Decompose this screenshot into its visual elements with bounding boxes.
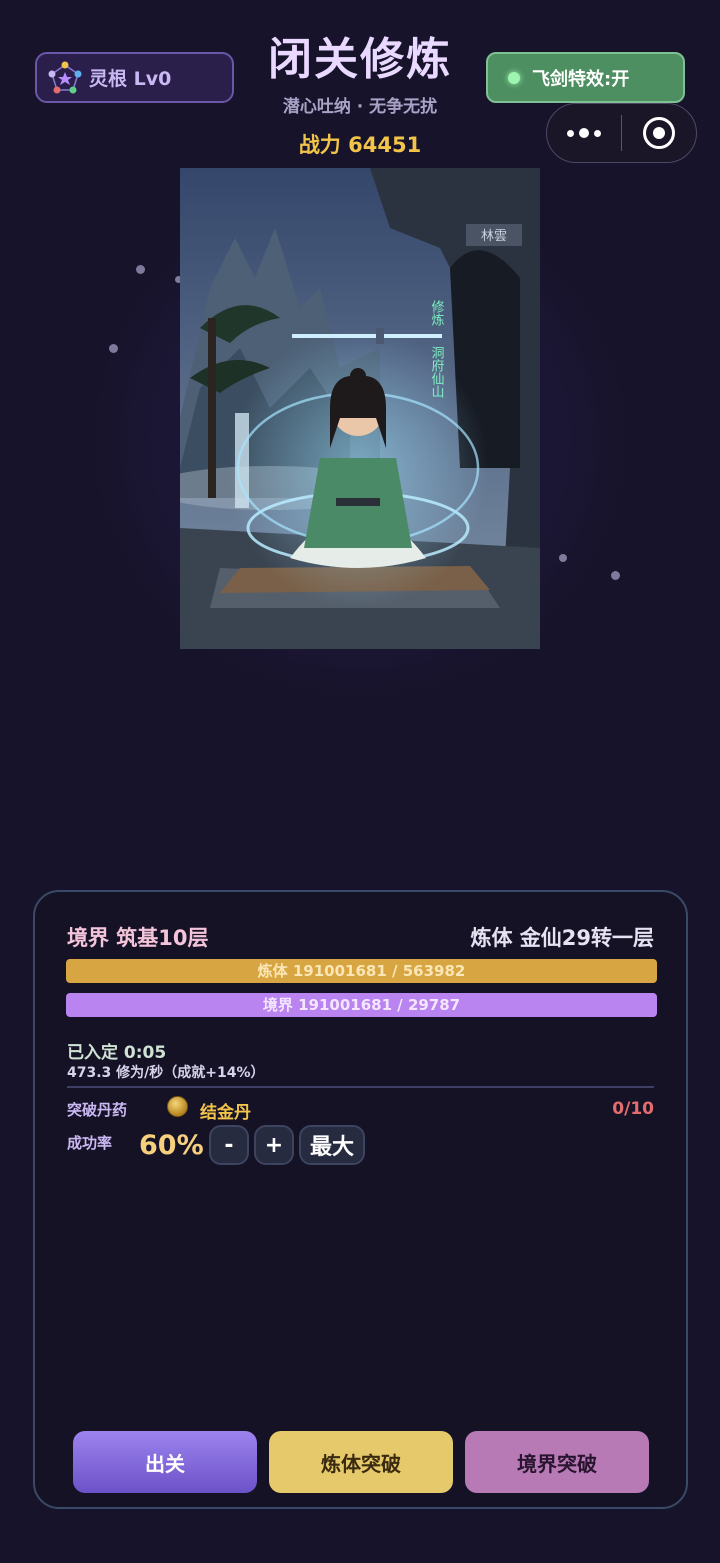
increase-pill-button[interactable]: + (254, 1125, 294, 1165)
spirit-particle (559, 554, 567, 562)
body-refinement-level: 炼体 金仙29转一层 (470, 926, 654, 950)
spirit-particle (109, 344, 118, 353)
title-block: 闭关修炼 潜心吐纳 · 无争无扰 战力 64451 (240, 32, 480, 159)
max-pill-button[interactable]: 最大 (299, 1125, 365, 1165)
close-miniprogram-icon[interactable] (622, 117, 696, 149)
realm-breakthrough-button[interactable]: 境界突破 (465, 1431, 649, 1493)
spirit-root-badge[interactable]: 灵根 Lv0 (35, 52, 234, 103)
realm-level: 境界 筑基10层 (67, 926, 209, 950)
panel-divider (67, 1086, 654, 1088)
banner-left-text: 修炼 (429, 300, 445, 326)
realm-progress-bar: 境界 191001681 / 29787 (66, 993, 657, 1017)
breakthrough-pill-name: 结金丹 (200, 1103, 251, 1123)
leave-seclusion-button[interactable]: 出关 (73, 1431, 257, 1493)
breakthrough-pill-count: 0/10 (612, 1099, 654, 1119)
cultivation-rate: 473.3 修为/秒（成就+14%） (67, 1065, 265, 1081)
body-breakthrough-button[interactable]: 炼体突破 (269, 1431, 453, 1493)
pentagon-elements-icon (48, 61, 82, 93)
spirit-particle (611, 571, 620, 580)
page-subtitle: 潜心吐纳 · 无争无扰 (282, 97, 438, 117)
more-options-icon[interactable] (547, 128, 621, 138)
golden-pill-icon (167, 1096, 188, 1117)
decrease-pill-button[interactable]: - (209, 1125, 249, 1165)
breakthrough-pill-label: 突破丹药 (67, 1101, 128, 1119)
combat-power: 战力 64451 (298, 133, 422, 157)
meditation-artwork: 林雲 修炼 洞府仙山 (180, 168, 540, 649)
panel-header: 境界 筑基10层 炼体 金仙29转一层 (67, 922, 654, 952)
cave-plaque-text: 林雲 (481, 229, 507, 244)
flying-sword-effect-label: 飞剑特效:开 (532, 68, 630, 90)
page-title: 闭关修炼 (268, 34, 452, 85)
miniprogram-capsule (546, 103, 697, 163)
body-refinement-progress-bar: 炼体 191001681 / 563982 (66, 959, 657, 983)
spirit-particle (136, 265, 145, 274)
cultivation-panel: 境界 筑基10层 炼体 金仙29转一层 炼体 191001681 / 56398… (33, 890, 688, 1509)
success-rate-label: 成功率 (67, 1134, 113, 1152)
status-led-icon (508, 71, 520, 84)
seclusion-timer: 已入定 0:05 (67, 1043, 167, 1063)
spirit-root-label: 灵根 Lv0 (89, 68, 172, 90)
flying-sword-effect-toggle[interactable]: 飞剑特效:开 (486, 52, 685, 103)
success-rate-value: 60% (139, 1130, 204, 1161)
